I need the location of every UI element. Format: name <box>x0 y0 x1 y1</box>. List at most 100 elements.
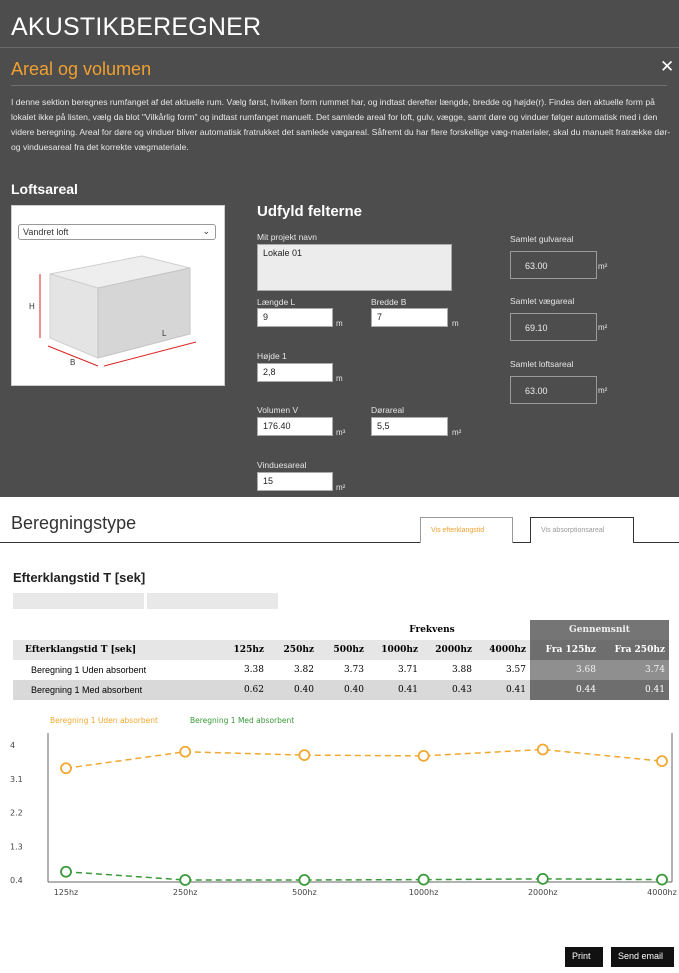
door-area-input[interactable]: 5,5 <box>371 417 448 436</box>
reverberation-heading: Efterklangstid T [sek] <box>13 570 146 585</box>
section-divider <box>11 85 667 86</box>
avg-header-250: Fra 250hz <box>600 640 669 660</box>
floor-area-unit: m² <box>598 262 608 271</box>
freq-header-2000: 2000hz <box>435 645 472 655</box>
length-unit: m <box>336 319 343 328</box>
data-point <box>656 873 668 886</box>
height-label: Højde 1 <box>257 351 287 361</box>
data-point <box>298 874 311 886</box>
tab-absorption-area[interactable]: Vis absorptionsareal <box>530 517 634 543</box>
x-tick-label: 2000hz <box>528 888 558 897</box>
window-area-unit: m² <box>336 483 346 492</box>
data-point <box>298 749 311 762</box>
intro-text: I denne sektion beregnes rumfanget af de… <box>11 97 671 152</box>
table-cell: 0.40 <box>343 685 364 695</box>
table-row: Beregning 1 Med absorbent 0.62 0.40 0.40… <box>13 680 669 700</box>
door-area-unit: m² <box>452 428 462 437</box>
legend-entry: Beregning 1 Med absorbent <box>190 716 294 725</box>
table-cell: 3.73 <box>343 665 364 675</box>
tab-reverberation-time[interactable]: Vis efterklangstid <box>420 517 513 543</box>
send-email-button[interactable]: Send email <box>611 947 674 967</box>
section-title: Areal og volumen <box>11 59 152 79</box>
project-name-value: Lokale 01 <box>263 248 303 258</box>
height-input[interactable]: 2,8 <box>257 363 333 382</box>
close-icon[interactable]: ✕ <box>660 57 674 77</box>
header-divider <box>0 47 679 48</box>
avg-cell: 0.44 <box>530 680 600 700</box>
table-cell: 3.82 <box>293 665 314 675</box>
series-line <box>65 871 663 881</box>
length-input[interactable]: 9 <box>257 308 333 327</box>
data-point <box>536 743 549 756</box>
tab-edge <box>634 542 656 543</box>
project-name-input[interactable]: Lokale 01 <box>257 244 452 291</box>
ceiling-shape-select[interactable]: Vandret loft ⌄ <box>18 224 216 240</box>
table-cell: 0.43 <box>451 685 472 695</box>
placeholder-bar <box>13 593 144 609</box>
data-point <box>179 874 192 886</box>
freq-header-500: 500hz <box>333 645 364 655</box>
calculation-type-title: Beregningstype <box>11 513 137 533</box>
table-cell: 0.62 <box>243 685 264 695</box>
series-line <box>65 748 663 769</box>
y-tick-label: 4 <box>10 741 15 750</box>
row-label: Beregning 1 Uden absorbent <box>31 665 147 675</box>
data-point <box>417 749 430 762</box>
table-cell: 3.38 <box>243 665 264 675</box>
placeholder-bar <box>147 593 278 609</box>
form-heading: Udfyld felterne <box>257 203 363 220</box>
data-point <box>417 873 430 886</box>
data-point <box>60 865 72 878</box>
y-tick-label: 0.4 <box>10 876 23 885</box>
x-tick-label: 1000hz <box>409 888 439 897</box>
y-tick-label: 1.3 <box>10 842 23 851</box>
window-area-input[interactable]: 15 <box>257 472 333 491</box>
length-label: Længde L <box>257 297 296 307</box>
width-label: Bredde B <box>371 297 407 307</box>
loft-heading: Loftsareal <box>11 181 78 197</box>
ceiling-area-label: Samlet loftsareal <box>510 359 574 369</box>
room-front-face <box>49 273 99 359</box>
legend-entry: Beregning 1 Uden absorbent <box>50 716 158 725</box>
row-label-header: Efterklangstid T [sek] <box>25 645 137 655</box>
floor-area-label: Samlet gulvareal <box>510 234 574 244</box>
data-point <box>656 755 668 768</box>
shape-panel: Vandret loft ⌄ H B L <box>11 205 225 386</box>
ceiling-area-value: 63.00 <box>510 376 597 404</box>
ceiling-area-unit: m² <box>598 386 608 395</box>
avg-header-125: Fra 125hz <box>530 640 600 660</box>
print-button[interactable]: Print <box>565 947 603 967</box>
ceiling-shape-value: Vandret loft <box>23 227 69 237</box>
table-cell: 3.57 <box>505 665 526 675</box>
avg-cell: 0.41 <box>600 680 669 700</box>
length-dimension-label: L <box>162 329 167 338</box>
wall-area-label: Samlet vægareal <box>510 296 575 306</box>
chevron-down-icon: ⌄ <box>202 226 210 236</box>
avg-cell: 3.68 <box>530 660 600 680</box>
freq-header-4000: 4000hz <box>489 645 526 655</box>
akustik-app: AKUSTIKBEREGNER Areal og volumen ✕ I den… <box>0 0 679 973</box>
door-area-label: Dørareal <box>371 405 405 415</box>
frequency-group-header: Frekvens <box>409 625 455 635</box>
avg-cell: 3.74 <box>600 660 669 680</box>
data-point <box>536 872 549 885</box>
app-title: AKUSTIKBEREGNER <box>11 13 262 41</box>
project-name-label: Mit projekt navn <box>257 232 317 242</box>
freq-header-1000: 1000hz <box>381 645 418 655</box>
volume-unit: m³ <box>336 428 346 437</box>
freq-header-125: 125hz <box>233 645 264 655</box>
width-dimension-label: B <box>70 358 75 367</box>
table-group-header-row: Frekvens Gennemsnit <box>13 620 669 640</box>
room-diagram: H B L <box>29 255 197 367</box>
data-point <box>60 762 72 775</box>
width-unit: m <box>452 319 459 328</box>
volume-input[interactable]: 176.40 <box>257 417 333 436</box>
width-input[interactable]: 7 <box>371 308 448 327</box>
results-table: Frekvens Gennemsnit Efterklangstid T [se… <box>13 620 669 700</box>
average-group-header: Gennemsnit <box>530 620 669 640</box>
floor-area-value: 63.00 <box>510 251 597 279</box>
x-tick-label: 125hz <box>54 888 79 897</box>
table-cell: 3.88 <box>451 665 472 675</box>
x-tick-label: 250hz <box>173 888 198 897</box>
volume-label: Volumen V <box>257 405 299 415</box>
